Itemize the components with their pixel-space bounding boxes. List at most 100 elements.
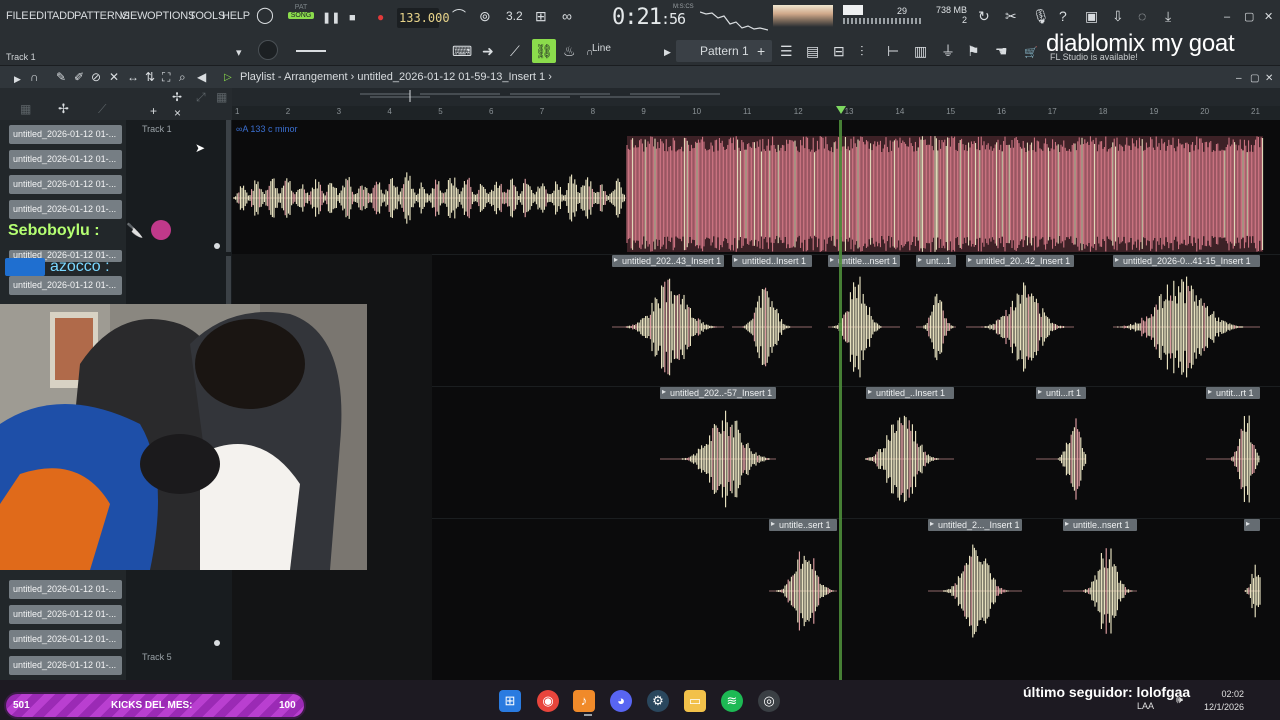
move-tracks-icon[interactable]: ✢ — [172, 90, 182, 104]
track-1-mute-led[interactable] — [214, 243, 220, 249]
playlist-menu-arrow-icon[interactable]: ▶ — [14, 72, 21, 86]
obs-icon[interactable]: ◎ — [758, 690, 780, 712]
mic-icon[interactable]: 🎙 — [1032, 9, 1050, 23]
remove-track-icon[interactable]: × — [174, 106, 181, 120]
magnet-snap-icon[interactable]: ∩ — [30, 70, 39, 84]
keyboard-language[interactable]: LAA — [1137, 701, 1154, 711]
playhead-marker[interactable] — [836, 106, 846, 114]
clip-header[interactable]: unti...rt 1 — [1036, 387, 1086, 399]
picker-item[interactable]: untitled_2026-01-12 01-... — [9, 125, 122, 144]
track-1-label[interactable]: Track 1 — [142, 124, 172, 134]
picker-item[interactable]: untitled_2026-01-12 01-... — [9, 175, 122, 194]
clip-header[interactable]: unt...1 — [916, 255, 956, 267]
menu-add[interactable]: ADD — [52, 10, 75, 22]
maximize-icon[interactable]: ▢ — [1244, 10, 1254, 24]
playback-icon[interactable]: ◀ — [197, 70, 206, 84]
chevron-right-icon[interactable]: ▶ — [664, 45, 671, 59]
zoom-icon[interactable]: ⌕ — [179, 70, 186, 84]
menu-help[interactable]: HELP — [222, 10, 250, 22]
picker-item[interactable]: untitled_2026-01-12 01-... — [9, 605, 122, 624]
countdown-icon[interactable]: 3.2 — [506, 9, 523, 23]
download-icon[interactable]: ⤓ — [1165, 9, 1171, 23]
menu-edit[interactable]: EDIT — [29, 10, 53, 22]
pencil-icon[interactable]: ✎ — [56, 70, 66, 84]
mute-icon[interactable]: ✕ — [109, 70, 119, 84]
spotify-icon[interactable]: ≋ — [721, 690, 743, 712]
steam-icon[interactable]: ⚙ — [647, 690, 669, 712]
cart-icon[interactable]: 🛒 — [1024, 46, 1038, 60]
help-icon[interactable]: ? — [1059, 9, 1067, 23]
clip-header[interactable]: untitle..sert 1 — [769, 519, 837, 531]
picker-item[interactable]: untitled_2026-01-12 01-... — [9, 630, 122, 649]
stamp-icon[interactable]: ♨ — [563, 44, 576, 58]
clip-header[interactable]: untit...rt 1 — [1206, 387, 1260, 399]
mixer-icon[interactable]: ⊟ — [833, 44, 845, 58]
picker-item[interactable]: untitled_2026-01-12 01-... — [9, 200, 122, 219]
plug-icon[interactable]: ⏚ — [941, 44, 955, 58]
picker-patterns-icon[interactable]: ▦ — [20, 102, 31, 116]
close-icon[interactable]: ✕ — [1264, 10, 1273, 24]
record-icon[interactable]: ● — [377, 10, 384, 24]
picker-automation-icon[interactable]: ⟋ — [98, 102, 106, 116]
wizard-icon[interactable]: ⚑ — [967, 44, 980, 58]
clip-header[interactable]: untitled..Insert 1 — [732, 255, 812, 267]
windows-start-icon[interactable]: ⊞ — [499, 690, 521, 712]
playlist-minimize-icon[interactable]: – — [1236, 72, 1242, 86]
master-pitch-slider[interactable] — [296, 50, 326, 52]
loop-record-icon[interactable]: ∞ — [562, 9, 572, 23]
menu-view[interactable]: VIEW — [120, 10, 148, 22]
plugin-icon[interactable]: ▥ — [914, 44, 927, 58]
cut-icon[interactable]: ✂ — [1005, 9, 1017, 23]
chat-icon[interactable]: ◌ — [1138, 9, 1146, 23]
track-settings-icon[interactable]: ⤢ — [196, 90, 206, 104]
clip-header[interactable]: untitle..nsert 1 — [1063, 519, 1137, 531]
clip-header[interactable] — [1244, 519, 1260, 531]
clip-header[interactable]: untitled_202..-57_Insert 1 — [660, 387, 776, 399]
snap-select[interactable]: Line — [592, 43, 611, 54]
clip-header[interactable]: untitled_..Insert 1 — [866, 387, 954, 399]
link-icon[interactable]: ⛓ — [532, 39, 556, 63]
lock-icon[interactable]: ▾ — [236, 46, 242, 60]
channel-rack-icon[interactable]: ▤ — [806, 44, 819, 58]
chrome-icon[interactable]: ◉ — [537, 690, 559, 712]
metronome-icon[interactable]: ⌒ — [452, 9, 466, 23]
pause-icon[interactable]: ❚❚ — [322, 11, 340, 25]
playlist-maximize-icon[interactable]: ▢ — [1250, 72, 1259, 86]
browser-icon[interactable]: ⊢ — [887, 44, 899, 58]
overview-strip[interactable] — [350, 90, 730, 102]
picker-item[interactable]: untitled_2026-01-12 01-... — [9, 580, 122, 599]
volume-tray-icon[interactable]: 🕪 — [1176, 694, 1183, 707]
piano-roll-icon[interactable]: ⌨ — [452, 44, 472, 58]
tempo-display[interactable]: 133.000 — [397, 8, 450, 28]
hint-circle-icon[interactable]: ◯ — [256, 8, 274, 24]
playlist-close-icon[interactable]: ✕ — [1265, 72, 1273, 86]
menu-options[interactable]: OPTIONS — [147, 10, 195, 22]
clip-header[interactable]: untitled_20..42_Insert 1 — [966, 255, 1074, 267]
picker-audio-icon[interactable]: ✢ — [58, 102, 69, 116]
clip-header[interactable]: untitled_2026-0...41-15_Insert 1 — [1113, 255, 1260, 267]
add-pattern-icon[interactable]: + — [757, 44, 765, 58]
slice-icon[interactable]: ⇅ — [145, 70, 155, 84]
delete-icon[interactable]: ⊘ — [91, 70, 101, 84]
add-track-icon[interactable]: + — [150, 104, 157, 118]
track-grid-icon[interactable]: ▦ — [216, 90, 227, 104]
undo-icon[interactable]: ↻ — [978, 9, 990, 23]
wait-input-icon[interactable]: ⊚ — [479, 9, 491, 23]
sliders-icon[interactable]: ⫶ — [860, 44, 864, 58]
play-arrangement-icon[interactable]: ▷ — [224, 71, 232, 85]
minimize-icon[interactable]: – — [1224, 10, 1230, 24]
arrow-icon[interactable]: ➜ — [482, 44, 494, 58]
pat-song-toggle[interactable]: PAT SONG — [288, 4, 314, 30]
clip-header[interactable]: untitled_2..._Insert 1 — [928, 519, 1022, 531]
stop-icon[interactable]: ■ — [349, 11, 356, 25]
picker-item[interactable]: untitled_2026-01-12 01-... — [9, 656, 122, 675]
save-icon[interactable]: ▣ — [1085, 9, 1098, 23]
render-icon[interactable]: ⇩ — [1112, 9, 1124, 23]
fl-studio-icon[interactable]: ♪ — [573, 690, 595, 712]
clip-header[interactable]: untitled_202..43_Insert 1 — [612, 255, 724, 267]
picker-item[interactable]: untitled_2026-01-12 01-... — [9, 150, 122, 169]
hand-icon[interactable]: ☚ — [995, 44, 1008, 58]
select-icon[interactable]: ⛶ — [162, 70, 170, 84]
playlist-icon[interactable]: ☰ — [780, 44, 793, 58]
master-volume-knob[interactable] — [258, 40, 278, 60]
